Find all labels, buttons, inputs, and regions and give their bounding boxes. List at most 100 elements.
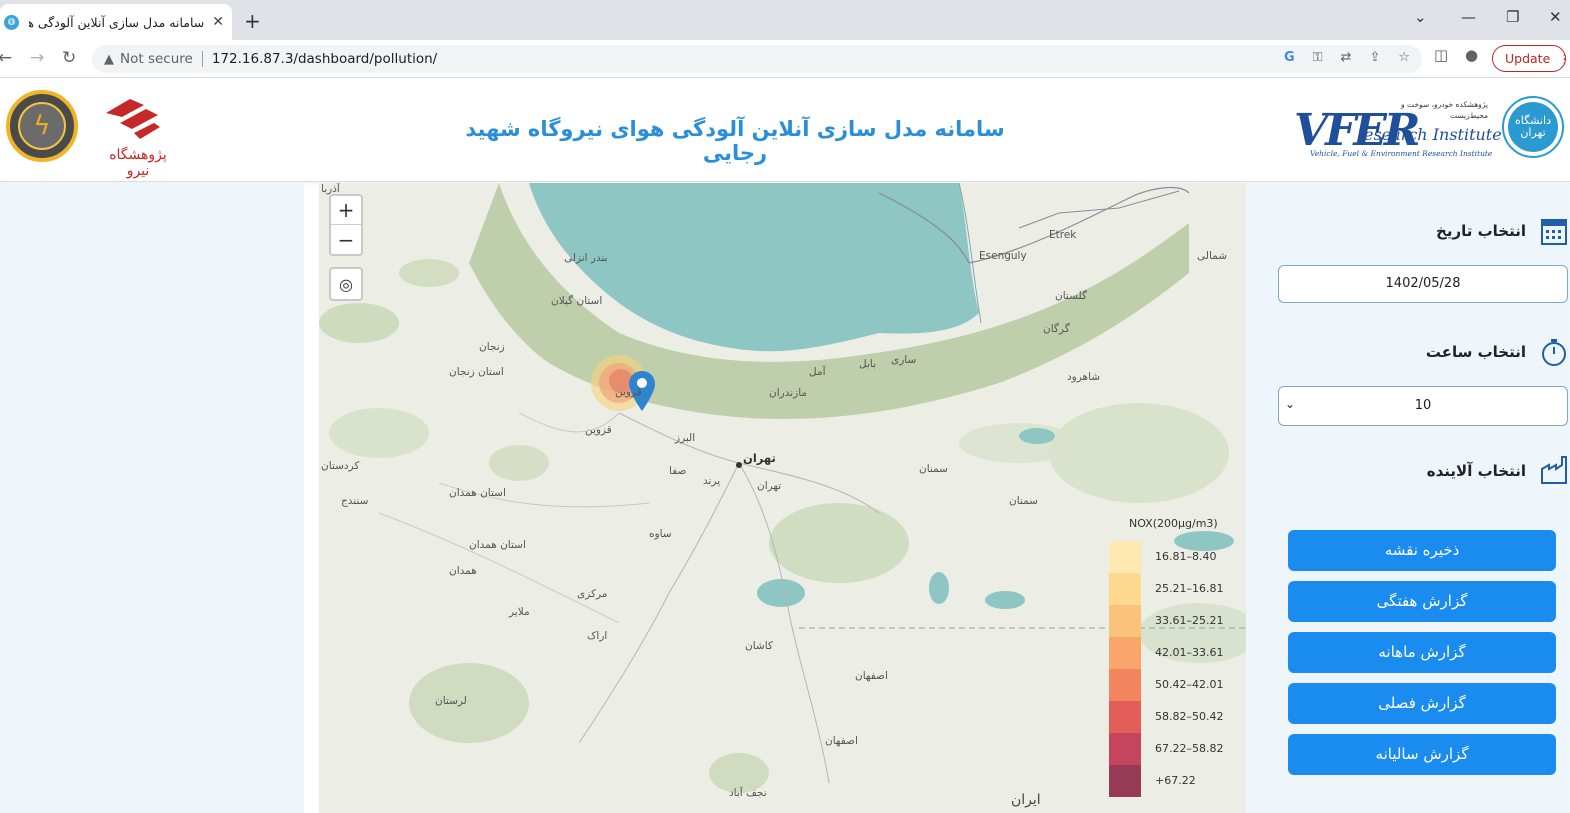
place-label: تهران xyxy=(743,451,776,465)
factory-icon xyxy=(1541,456,1567,484)
update-label: Update xyxy=(1505,51,1551,66)
zoom-out-button[interactable]: − xyxy=(331,225,361,254)
date-input[interactable]: 1402/05/28 xyxy=(1278,265,1568,303)
page-header: ϟ پژوهشگاه نیرو سامانه مدل سازی آنلاین آ… xyxy=(0,79,1570,182)
legend-label: +67.22 xyxy=(1155,774,1196,787)
legend-row: 67.22–58.82 xyxy=(1109,733,1239,765)
weekly-report-button[interactable]: گزارش هفتگی xyxy=(1288,581,1556,622)
legend-row: 58.82–50.42 xyxy=(1109,701,1239,733)
place-label: بابل xyxy=(859,358,876,370)
reload-icon[interactable]: ↻ xyxy=(62,48,76,68)
place-label: البرز xyxy=(675,432,696,444)
url-text[interactable]: 172.16.87.3/dashboard/pollution/ xyxy=(212,51,437,67)
new-tab-button[interactable]: + xyxy=(244,9,261,33)
energy-logo: ϟ xyxy=(6,90,78,162)
hour-value: 10 xyxy=(1414,398,1432,413)
update-button[interactable]: Update ⋮ xyxy=(1492,45,1570,72)
pollutant-label: انتخاب آلاینده xyxy=(1426,462,1526,480)
legend-swatch xyxy=(1109,541,1141,573)
place-label: زنجان xyxy=(479,341,505,353)
pollution-map[interactable]: آذربا بندر انزلی استان گیلان زنجان استان… xyxy=(319,183,1246,813)
legend-label: 33.61–25.21 xyxy=(1155,614,1224,627)
legend-swatch xyxy=(1109,765,1141,797)
tab-search-icon[interactable]: ⌄ xyxy=(1414,8,1427,26)
vfer-logo-sub: esearch Institute xyxy=(1364,125,1502,144)
place-label: کاشان xyxy=(745,640,773,652)
ut-logo-text: دانشگاه تهران xyxy=(1508,102,1558,152)
browser-tab[interactable]: ◍ سامانه مدل سازی آنلاین آلودگی هو ✕ xyxy=(0,4,232,40)
place-label: استان همدان xyxy=(469,539,526,551)
place-label: ساوه xyxy=(649,528,672,540)
page-title: سامانه مدل سازی آنلاین آلودگی هوای نیروگ… xyxy=(465,117,1005,165)
legend-row: 16.81–8.40 xyxy=(1109,541,1239,573)
legend-label: 58.82–50.42 xyxy=(1155,710,1224,723)
hour-select[interactable]: ⌄ 10 xyxy=(1278,386,1568,426)
star-icon[interactable]: ☆ xyxy=(1398,50,1410,65)
legend-row: +67.22 xyxy=(1109,765,1239,797)
vfer-logo-caption: Vehicle, Fuel & Environment Research Ins… xyxy=(1310,149,1493,158)
niroo-research-logo: پژوهشگاه نیرو xyxy=(96,95,176,179)
globe-icon: ◍ xyxy=(4,14,19,30)
key-icon[interactable]: ⚿ xyxy=(1313,50,1323,65)
warning-icon[interactable]: ▲ xyxy=(104,52,114,67)
control-sidebar: انتخاب تاریخ 1402/05/28 انتخاب ساعت ⌄ 10… xyxy=(1264,183,1570,813)
google-icon[interactable]: G xyxy=(1284,50,1295,65)
legend-swatch xyxy=(1109,573,1141,605)
omnibox-actions: G ⚿ ⇄ ⇪ ☆ xyxy=(1284,50,1410,65)
place-label: تهران xyxy=(757,480,782,492)
place-label: استان زنجان xyxy=(449,366,504,378)
browser-tabbar: ◍ سامانه مدل سازی آنلاین آلودگی هو ✕ + ⌄… xyxy=(0,0,1570,40)
monthly-report-button[interactable]: گزارش ماهانه xyxy=(1288,632,1556,673)
zoom-in-button[interactable]: + xyxy=(331,196,361,225)
legend-label: 50.42–42.01 xyxy=(1155,678,1224,691)
locate-button[interactable]: ◎ xyxy=(329,267,363,301)
restore-icon[interactable]: ❐ xyxy=(1506,8,1519,26)
lightning-icon: ϟ xyxy=(18,102,66,150)
side-panel-icon[interactable]: ◫ xyxy=(1434,46,1448,64)
forward-icon[interactable]: → xyxy=(30,48,44,68)
hour-label: انتخاب ساعت xyxy=(1425,343,1526,361)
profile-icon[interactable]: ● xyxy=(1465,46,1478,64)
place-label: ایران xyxy=(1011,792,1041,808)
legend-swatch xyxy=(1109,701,1141,733)
place-label: Esenguly xyxy=(979,250,1027,262)
seasonal-report-button[interactable]: گزارش فصلی xyxy=(1288,683,1556,724)
close-window-icon[interactable]: ✕ xyxy=(1549,8,1562,26)
legend-title: NOX(200μg/m3) xyxy=(1129,517,1218,530)
legend-row: 42.01–33.61 xyxy=(1109,637,1239,669)
place-label: سنندج xyxy=(341,495,369,507)
legend-row: 33.61–25.21 xyxy=(1109,605,1239,637)
zoom-control: + − xyxy=(329,194,363,256)
calendar-icon xyxy=(1541,219,1567,245)
legend-swatch xyxy=(1109,605,1141,637)
place-label: Etrek xyxy=(1049,229,1077,241)
translate-icon[interactable]: ⇄ xyxy=(1341,50,1352,65)
place-label: پرند xyxy=(703,475,721,487)
place-label: استان همدان xyxy=(449,487,506,499)
legend-label: 16.81–8.40 xyxy=(1155,550,1217,563)
legend-label: 42.01–33.61 xyxy=(1155,646,1224,659)
save-map-button[interactable]: ذخیره نقشه xyxy=(1288,530,1556,571)
back-icon[interactable]: ← xyxy=(0,48,12,68)
yearly-report-button[interactable]: گزارش سالیانه xyxy=(1288,734,1556,775)
legend-swatch xyxy=(1109,637,1141,669)
place-label: مرکزی xyxy=(577,588,608,600)
minimize-icon[interactable]: — xyxy=(1461,8,1476,26)
place-label: قزوین xyxy=(615,386,642,398)
place-label: ساری xyxy=(891,354,917,366)
share-icon[interactable]: ⇪ xyxy=(1369,50,1380,65)
place-label: لرستان xyxy=(435,695,467,707)
place-label: شمالی xyxy=(1197,250,1228,262)
place-label: ملایر xyxy=(509,606,530,618)
address-bar[interactable]: ▲ Not secure 172.16.87.3/dashboard/pollu… xyxy=(92,45,1422,73)
niroo-logo-text: پژوهشگاه نیرو xyxy=(109,147,167,179)
place-label: نجف آباد xyxy=(729,787,767,799)
place-label: مازندران xyxy=(769,387,808,399)
menu-dots-icon[interactable]: ⋮ xyxy=(1558,51,1570,66)
close-tab-icon[interactable]: ✕ xyxy=(212,14,224,30)
university-tehran-logo: دانشگاه تهران xyxy=(1502,96,1564,158)
place-label: سمنان xyxy=(1009,495,1038,507)
security-label[interactable]: Not secure xyxy=(120,51,193,67)
place-label: همدان xyxy=(449,565,477,577)
legend-row: 50.42–42.01 xyxy=(1109,669,1239,701)
